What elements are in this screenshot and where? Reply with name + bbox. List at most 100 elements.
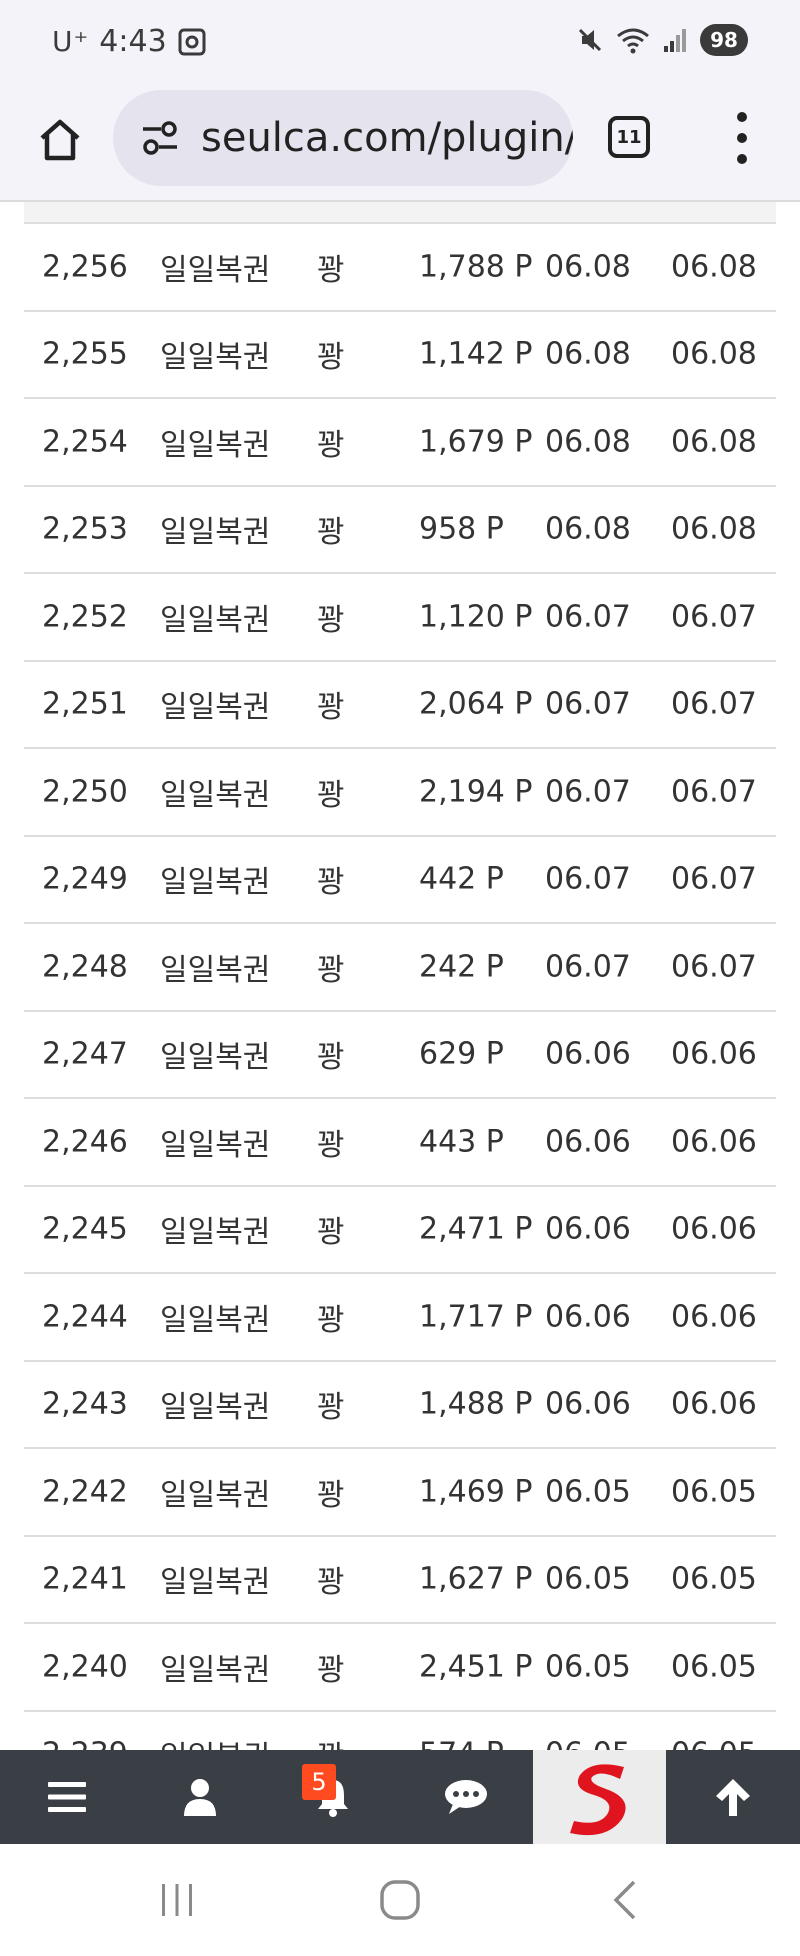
row-number: 2,245 [42,1211,128,1247]
table-row: 2,254 일일복권 꽝 1,679 P 06.08 06.08 [24,399,776,487]
row-points: 1,120 P [419,599,533,635]
row-date-start: 06.07 [545,949,631,985]
row-date-start: 06.08 [545,249,631,285]
tabs-button[interactable]: 11 [608,116,650,158]
row-category: 일일복권 [160,1565,271,1601]
row-date-start: 06.07 [545,774,631,810]
row-result: 꽝 [317,252,345,288]
row-date-end: 06.06 [671,1299,757,1335]
row-number: 2,249 [42,861,128,897]
row-points: 2,194 P [419,774,533,810]
row-date-end: 06.06 [671,1211,757,1247]
battery-indicator: 98 [700,24,748,56]
status-right: 98 [576,24,748,56]
table-row: 2,239 일일복권 꽝 574 P 06.05 06.05 [24,1712,776,1750]
row-number: 2,253 [42,511,128,547]
recents-button[interactable] [137,1872,217,1928]
wifi-icon [617,28,649,54]
nav-home-icon [380,1880,420,1920]
row-points: 1,627 P [419,1561,533,1597]
row-date-end: 06.07 [671,774,757,810]
row-date-end: 06.08 [671,336,757,372]
system-navigation-bar [0,1844,800,1956]
chat-button[interactable] [399,1750,532,1844]
row-result: 꽝 [317,1215,345,1251]
back-icon [613,1880,636,1920]
row-category: 일일복권 [160,1302,271,1338]
table-row: 2,243 일일복권 꽝 1,488 P 06.06 06.06 [24,1362,776,1449]
row-date-end: 06.05 [671,1474,757,1510]
row-category: 일일복권 [160,252,271,288]
row-number: 2,251 [42,686,128,722]
carrier-label: U⁺ [52,25,90,58]
row-date-end: 06.05 [671,1649,757,1685]
lottery-history-table: 2,256 일일복권 꽝 1,788 P 06.08 06.08 2,255 일일복권 꽝 1,1… [0,202,800,1750]
row-category: 일일복권 [160,427,271,463]
row-number: 2,252 [42,599,128,635]
scroll-top-button[interactable] [666,1750,799,1844]
row-number: 2,256 [42,249,128,285]
home-button[interactable] [30,110,90,170]
screenshot-icon [178,28,206,55]
signal-icon [664,29,686,52]
table-row: 2,255 일일복권 꽝 1,142 P 06.08 06.08 [24,312,776,399]
row-date-end: 06.08 [671,249,757,285]
hamburger-menu-button[interactable] [0,1750,133,1844]
row-result: 꽝 [317,1390,345,1426]
row-number: 2,254 [42,424,128,460]
row-points: 1,717 P [419,1299,533,1335]
row-number: 2,241 [42,1561,128,1597]
table-row: 2,251 일일복권 꽝 2,064 P 06.07 06.07 [24,662,776,749]
row-category: 일일복권 [160,1652,271,1688]
row-points: 958 P [419,511,504,547]
table-header-strip [24,202,776,224]
row-category: 일일복권 [160,1040,271,1076]
chat-icon [444,1780,487,1814]
row-category: 일일복권 [160,865,271,901]
system-home-button[interactable] [360,1872,440,1928]
bottom-app-bar: 5 [0,1750,800,1844]
row-date-start: 06.06 [545,1211,631,1247]
browser-toolbar: seulca.com/plugin/l 11 [0,82,800,202]
status-left: U⁺ 4:43 [52,24,207,59]
row-result: 꽝 [317,1127,345,1163]
status-bar: U⁺ 4:43 98 [0,0,800,82]
row-date-start: 06.08 [545,336,631,372]
row-date-start: 06.07 [545,599,631,635]
table-row: 2,240 일일복권 꽝 2,451 P 06.05 06.05 [24,1624,776,1712]
user-button[interactable] [133,1750,266,1844]
hamburger-menu-icon [47,1782,86,1812]
address-bar[interactable]: seulca.com/plugin/l [113,90,573,186]
table-row: 2,252 일일복권 꽝 1,120 P 06.07 06.07 [24,574,776,662]
row-category: 일일복권 [160,1127,271,1163]
row-points: 2,471 P [419,1211,533,1247]
row-number: 2,244 [42,1299,128,1335]
row-date-end: 06.06 [671,1036,757,1072]
site-logo-button[interactable] [533,1750,666,1844]
row-points: 242 P [419,949,504,985]
row-date-start: 06.06 [545,1299,631,1335]
table-row: 2,250 일일복권 꽝 2,194 P 06.07 06.07 [24,749,776,837]
notification-badge: 5 [302,1764,336,1800]
back-button[interactable] [586,1872,666,1928]
row-date-start: 06.06 [545,1036,631,1072]
row-date-start: 06.08 [545,511,631,547]
row-result: 꽝 [317,515,345,551]
row-category: 일일복권 [160,952,271,988]
row-category: 일일복권 [160,1390,271,1426]
row-result: 꽝 [317,777,345,813]
more-vert-icon[interactable] [728,112,756,164]
row-date-start: 06.05 [545,1474,631,1510]
row-date-start: 06.05 [545,1649,631,1685]
row-result: 꽝 [317,1565,345,1601]
url-text[interactable]: seulca.com/plugin/l [201,115,573,161]
row-category: 일일복권 [160,340,271,376]
table-row: 2,247 일일복권 꽝 629 P 06.06 06.06 [24,1012,776,1099]
row-date-end: 06.07 [671,949,757,985]
row-category: 일일복권 [160,1732,270,1750]
row-date-start: 06.06 [545,1124,631,1160]
site-settings-icon[interactable] [139,117,181,159]
row-result: 꽝 [317,427,345,463]
row-result: 꽝 [317,690,345,726]
row-result: 꽝 [317,952,345,988]
